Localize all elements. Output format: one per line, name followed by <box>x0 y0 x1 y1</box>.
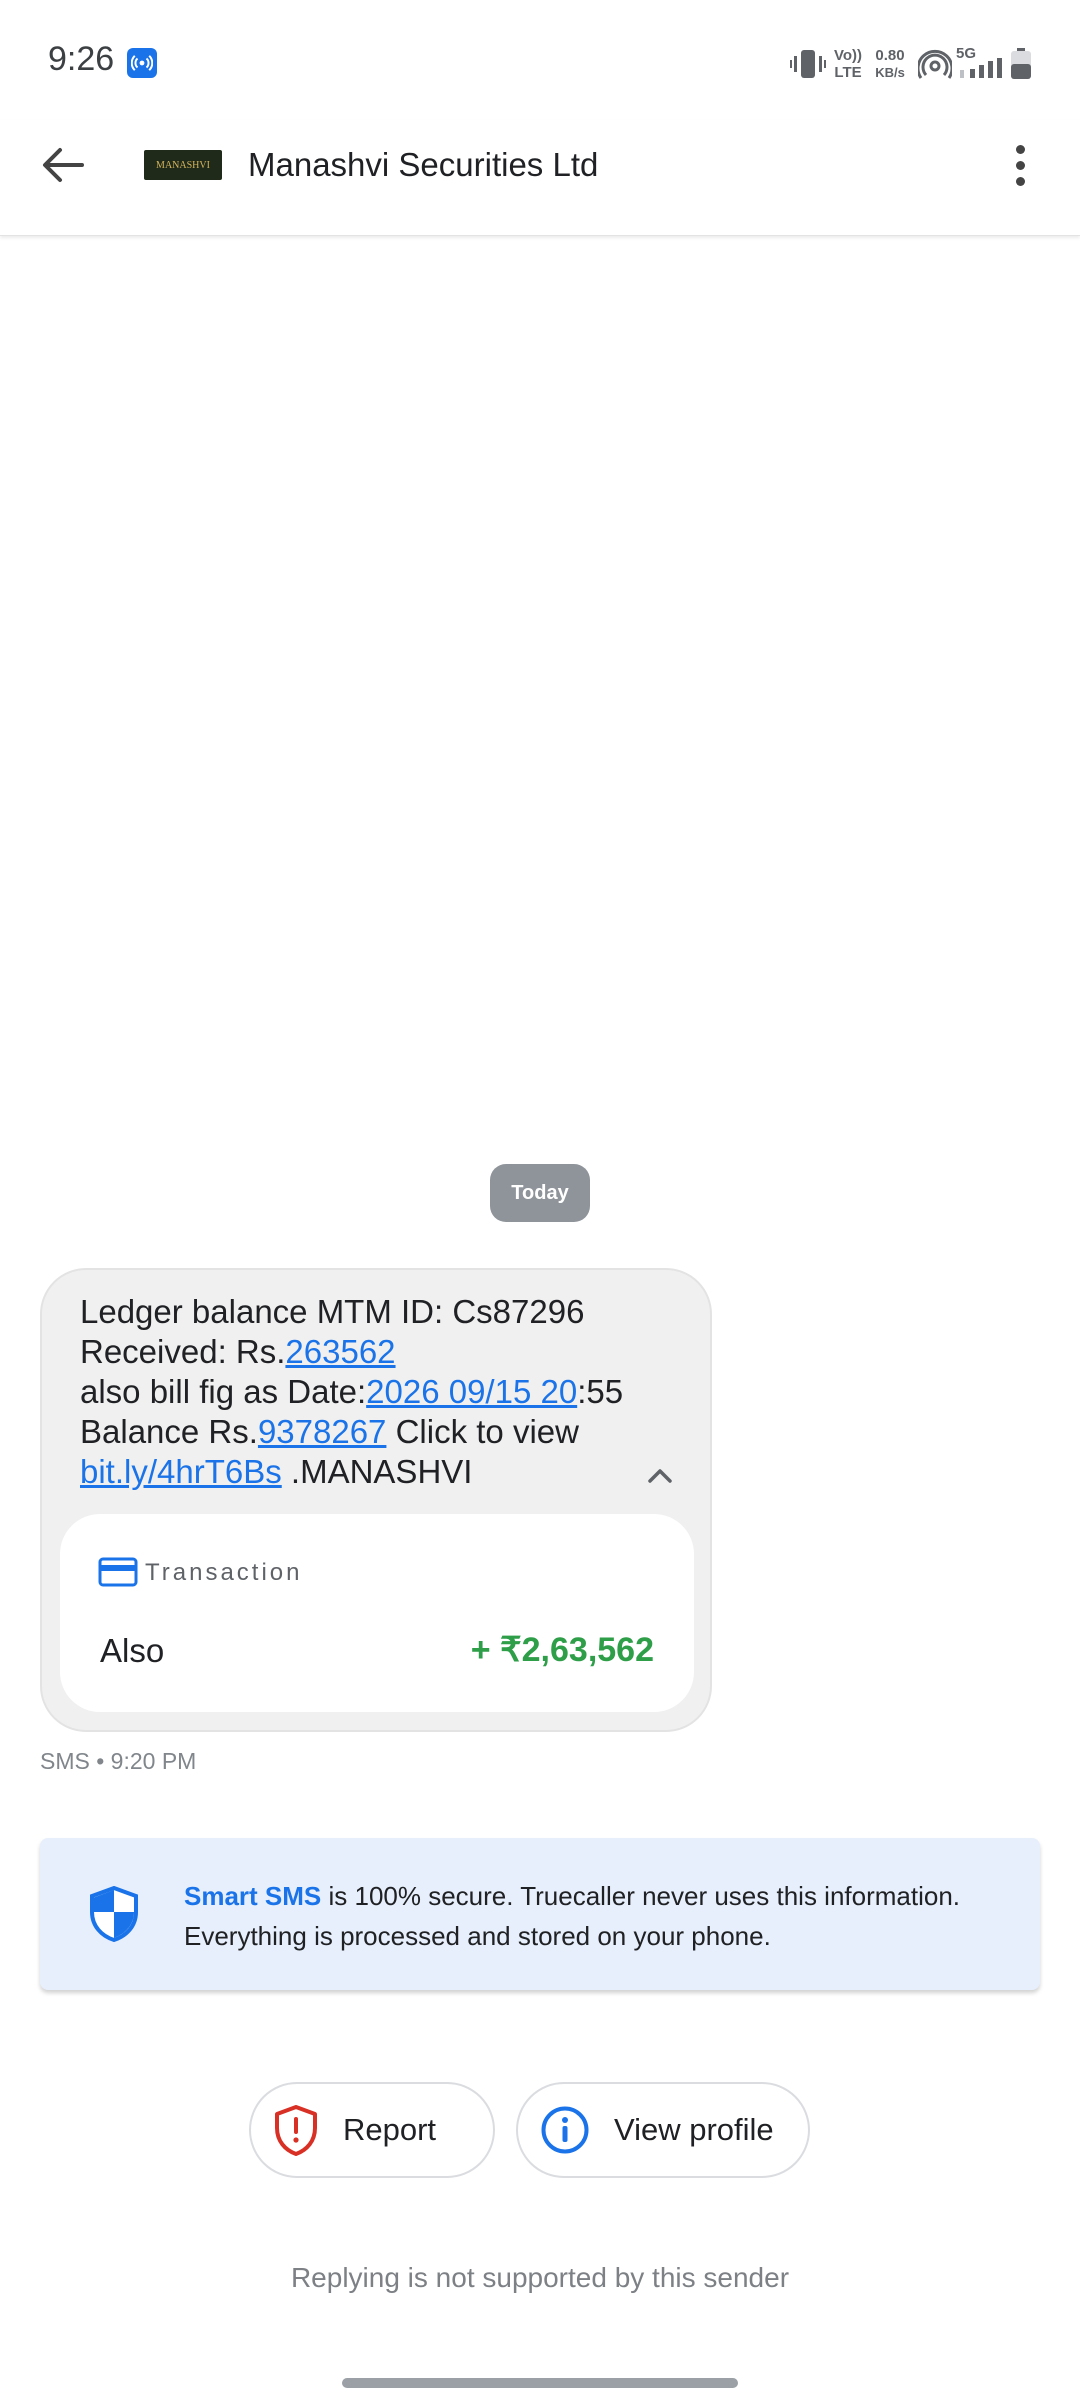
wifi-icon <box>916 48 954 85</box>
message-line-3: also bill fig as Date:2026 09/15 20:55 <box>80 1373 624 1410</box>
status-time: 9:26 <box>48 40 115 78</box>
report-shield-icon <box>275 2105 317 2156</box>
balance-amount-link[interactable]: 9378267 <box>258 1413 386 1450</box>
report-button[interactable]: Report <box>249 2082 495 2178</box>
message-line-2: Received: Rs.263562 <box>80 1333 396 1370</box>
back-arrow-icon[interactable] <box>40 140 100 190</box>
smart-sms-text: Smart SMS is 100% secure. Truecaller nev… <box>184 1881 961 1951</box>
network-speed: 0.80 KB/s <box>875 47 905 80</box>
chevron-up-icon[interactable] <box>640 1460 680 1490</box>
message-line-1: Ledger balance MTM ID: Cs87296 <box>80 1293 585 1330</box>
shield-icon <box>88 1885 140 1943</box>
transaction-amount: + ₹2,63,562 <box>470 1631 654 1669</box>
contact-name[interactable]: Manashvi Securities Ltd <box>248 146 598 184</box>
message-meta: SMS • 9:20 PM <box>40 1748 197 1774</box>
message-text: Ledger balance MTM ID: Cs87296 Received:… <box>80 1292 680 1492</box>
transaction-card[interactable] <box>60 1514 694 1712</box>
message-line-4: Balance Rs.9378267 Click to view <box>80 1413 579 1450</box>
vibrate-icon <box>790 48 826 85</box>
report-label: Report <box>343 2112 437 2147</box>
hotspot-icon <box>127 48 157 78</box>
date-separator: Today <box>490 1164 590 1222</box>
reply-unsupported-notice: Replying is not supported by this sender <box>290 2262 790 2293</box>
view-profile-label: View profile <box>614 2112 774 2147</box>
volte-indicator: Vo)) LTE <box>833 47 863 81</box>
signal-icon <box>958 58 1006 83</box>
transaction-label: Transaction <box>145 1559 303 1586</box>
view-profile-button[interactable]: View profile <box>516 2082 810 2178</box>
more-options-icon[interactable] <box>1000 140 1040 190</box>
received-amount-link[interactable]: 263562 <box>285 1333 395 1370</box>
url-link[interactable]: bit.ly/4hrT6Bs <box>80 1453 282 1490</box>
sender-logo: MANASHVI <box>144 150 222 180</box>
info-icon <box>541 2106 589 2154</box>
bill-date-link[interactable]: 2026 09/15 20 <box>366 1373 577 1410</box>
home-indicator[interactable] <box>342 2378 738 2388</box>
message-line-5: bit.ly/4hrT6Bs .MANASHVI <box>80 1453 473 1490</box>
credit-card-icon <box>98 1557 138 1587</box>
battery-icon <box>1010 48 1032 85</box>
